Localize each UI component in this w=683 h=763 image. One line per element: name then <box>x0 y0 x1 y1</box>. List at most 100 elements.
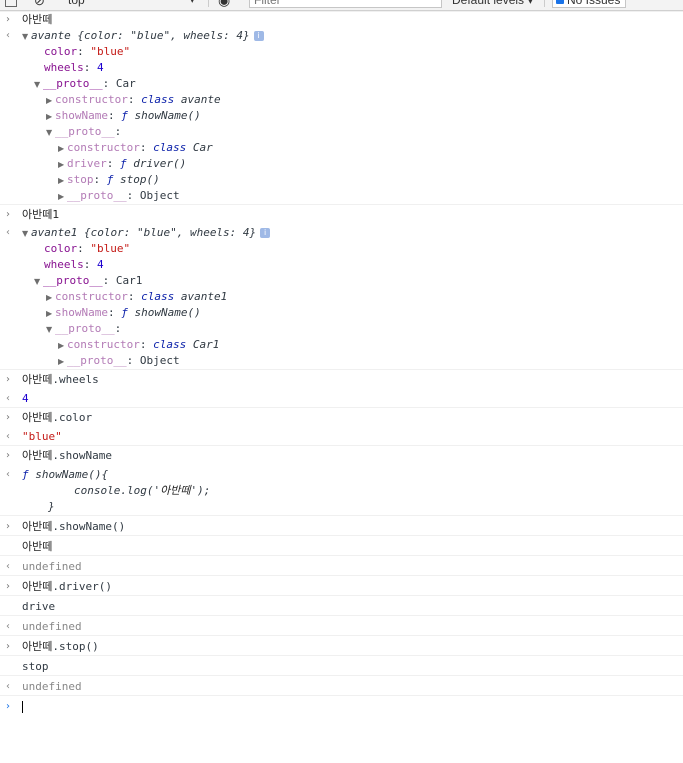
property-row[interactable]: ▶ showName: ƒ showName() <box>46 108 201 125</box>
console-result-row: ‹ undefined <box>0 675 683 695</box>
eye-icon[interactable]: ◉ <box>218 0 230 10</box>
issues-button[interactable]: No Issues <box>552 0 627 8</box>
property-row: wheels: 4 <box>44 61 104 74</box>
property-row: color: "blue" <box>44 45 131 58</box>
result-arrow-icon: ‹ <box>6 681 10 692</box>
collapsed-triangle-icon[interactable]: ▶ <box>58 189 67 205</box>
collapsed-triangle-icon[interactable]: ▶ <box>46 306 55 322</box>
input-chevron-icon: › <box>6 581 10 592</box>
info-icon[interactable]: i <box>253 31 264 41</box>
property-row: wheels: 4 <box>44 258 104 271</box>
filter-input[interactable]: Filter <box>249 0 442 8</box>
console-result-row: ‹ undefined <box>0 555 683 575</box>
console-entry: › 아반떼.color ‹ "blue" <box>0 407 683 445</box>
collapsed-triangle-icon[interactable]: ▶ <box>46 290 55 306</box>
context-selector[interactable]: top <box>68 0 85 10</box>
result-arrow-icon: ‹ <box>6 431 10 442</box>
expanded-triangle-icon[interactable]: ▼ <box>46 322 55 338</box>
collapsed-triangle-icon[interactable]: ▶ <box>58 338 67 354</box>
console-toolbar: ⊘ top ▾ ◉ Filter Default levels ▾ No Iss… <box>0 0 683 11</box>
console-input: 아반떼 <box>22 13 53 26</box>
console-entry: › 아반떼.showName() <box>0 515 683 535</box>
console-input: 아반떼.stop() <box>22 640 99 653</box>
toolbar-divider <box>544 0 545 7</box>
input-chevron-icon: › <box>6 209 10 220</box>
proto-row[interactable]: ▼ __proto__: <box>46 124 121 141</box>
console-log: 아반떼 <box>0 535 683 555</box>
clear-console-icon[interactable]: ⊘ <box>34 0 45 10</box>
collapsed-triangle-icon[interactable]: ▶ <box>58 141 67 157</box>
console-prompt[interactable]: › <box>0 695 683 715</box>
console-result: undefined <box>22 620 82 633</box>
result-arrow-icon: ‹ <box>6 393 10 404</box>
console-entry: › 아반떼.driver() <box>0 575 683 595</box>
object-summary[interactable]: ▼ avante {color: "blue", wheels: 4} i <box>22 28 264 45</box>
console-result: 4 <box>22 392 29 405</box>
log-output: drive <box>22 600 56 613</box>
console-messages: › 아반떼 ‹ ▼ avante {color: "blue", wheels: … <box>0 11 683 715</box>
console-input: 아반떼.driver() <box>22 580 112 593</box>
function-source-line: console.log('아반떼'); <box>74 484 211 497</box>
collapsed-triangle-icon[interactable]: ▶ <box>46 109 55 125</box>
function-source-line: } <box>48 500 55 513</box>
console-entry: › 아반떼 ‹ ▼ avante {color: "blue", wheels: … <box>0 11 683 204</box>
expanded-triangle-icon[interactable]: ▼ <box>46 125 55 141</box>
sidebar-toggle-icon[interactable] <box>5 0 17 7</box>
console-log: stop <box>0 655 683 675</box>
collapsed-triangle-icon[interactable]: ▶ <box>46 93 55 109</box>
expanded-triangle-icon[interactable]: ▼ <box>34 274 43 290</box>
info-icon[interactable]: i <box>260 228 271 238</box>
property-row[interactable]: ▶ showName: ƒ showName() <box>46 305 201 322</box>
console-input: 아반떼.showName() <box>22 520 126 533</box>
property-row[interactable]: ▶ constructor: class avante1 <box>46 289 227 306</box>
function-source[interactable]: ƒ showName(){ <box>22 467 108 483</box>
input-chevron-icon: › <box>6 450 10 461</box>
console-entry: › 아반떼1 ‹ ▼ avante1 {color: "blue", wheels… <box>0 204 683 369</box>
text-cursor[interactable] <box>22 701 23 713</box>
input-chevron-icon: › <box>6 14 10 25</box>
result-arrow-icon: ‹ <box>6 621 10 632</box>
proto-row[interactable]: ▼ __proto__: <box>46 321 121 338</box>
expanded-triangle-icon[interactable]: ▼ <box>22 29 31 45</box>
log-levels-dropdown[interactable]: Default levels ▾ <box>452 0 533 10</box>
result-arrow-icon: ‹ <box>6 30 10 41</box>
input-chevron-icon: › <box>6 521 10 532</box>
console-input: 아반떼.wheels <box>22 373 99 386</box>
proto-row[interactable]: ▶ __proto__: Object <box>58 188 180 205</box>
chevron-down-icon[interactable]: ▾ <box>190 0 195 10</box>
console-entry: › 아반떼.wheels ‹ 4 <box>0 369 683 407</box>
property-row[interactable]: ▶ driver: ƒ driver() <box>58 156 186 173</box>
console-result: undefined <box>22 560 82 573</box>
console-result: "blue" <box>22 430 62 443</box>
property-row[interactable]: ▶ constructor: class avante <box>46 92 221 109</box>
property-row[interactable]: ▶ constructor: class Car <box>58 140 213 157</box>
prompt-chevron-icon: › <box>6 701 10 712</box>
input-chevron-icon: › <box>6 412 10 423</box>
collapsed-triangle-icon[interactable]: ▶ <box>58 354 67 370</box>
proto-row[interactable]: ▼ __proto__: Car <box>34 76 136 93</box>
input-chevron-icon: › <box>6 374 10 385</box>
console-entry: › 아반떼.showName ‹ ƒ showName(){ console.l… <box>0 445 683 515</box>
console-result-row: ‹ undefined <box>0 615 683 635</box>
log-output: stop <box>22 660 49 673</box>
expanded-triangle-icon[interactable]: ▼ <box>22 226 31 242</box>
log-output: 아반떼 <box>22 540 53 553</box>
collapsed-triangle-icon[interactable]: ▶ <box>58 173 67 189</box>
expanded-triangle-icon[interactable]: ▼ <box>34 77 43 93</box>
collapsed-triangle-icon[interactable]: ▶ <box>58 157 67 173</box>
result-arrow-icon: ‹ <box>6 561 10 572</box>
console-input: 아반떼1 <box>22 208 60 221</box>
console-log: drive <box>0 595 683 615</box>
input-chevron-icon: › <box>6 641 10 652</box>
object-summary[interactable]: ▼ avante1 {color: "blue", wheels: 4} i <box>22 225 271 242</box>
console-entry: › 아반떼.stop() <box>0 635 683 655</box>
toolbar-divider <box>208 0 209 7</box>
property-row: color: "blue" <box>44 242 131 255</box>
property-row[interactable]: ▶ stop: ƒ stop() <box>58 172 160 189</box>
property-row[interactable]: ▶ constructor: class Car1 <box>58 337 219 354</box>
console-input: 아반떼.color <box>22 411 93 424</box>
proto-row[interactable]: ▶ __proto__: Object <box>58 353 180 370</box>
console-input: 아반떼.showName <box>22 449 112 462</box>
proto-row[interactable]: ▼ __proto__: Car1 <box>34 273 142 290</box>
result-arrow-icon: ‹ <box>6 469 10 480</box>
